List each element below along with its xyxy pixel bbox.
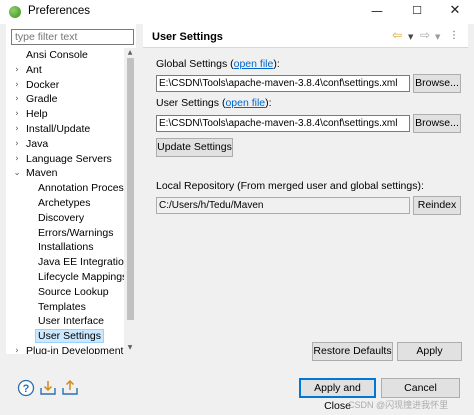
filter-input[interactable] [11, 29, 134, 45]
collapsed-arrow-icon[interactable]: › [12, 152, 22, 167]
tree-item-label: Source Lookup [38, 285, 109, 298]
tree-item[interactable]: › Java [15, 137, 49, 152]
import-icon[interactable] [39, 379, 57, 397]
tree-scrollbar[interactable]: ▲ ▼ [124, 48, 136, 354]
tree-item[interactable]: › Plug-in Development [15, 344, 124, 354]
preferences-window: Preferences — ☐ ✕ Ansi Console › Ant › Docke… [0, 0, 474, 415]
global-settings-text: Global Settings ( [156, 58, 234, 70]
tree-item-label: Install/Update [26, 123, 91, 135]
apply-button[interactable]: Apply [397, 342, 462, 361]
forward-dropdown-icon[interactable]: ▼ [435, 33, 440, 41]
maximize-icon[interactable]: ☐ [398, 0, 436, 24]
tree-item[interactable]: User Settings [35, 329, 105, 344]
view-menu-icon[interactable]: ⋮ [449, 30, 459, 41]
tree-item[interactable]: › Language Servers [15, 152, 112, 167]
tree-item[interactable]: Templates [38, 300, 86, 315]
tree-item-label: Java EE Integration [38, 256, 124, 269]
tree-item-label: User Interface [38, 315, 104, 328]
global-open-file-link[interactable]: open file [234, 58, 274, 70]
global-settings-label: Global Settings (open file): [156, 58, 280, 70]
global-settings-field[interactable]: E:\CSDN\Tools\apache-maven-3.8.4\conf\se… [156, 75, 410, 92]
global-settings-suffix: ): [273, 58, 280, 70]
tree-item-label: Maven [26, 167, 58, 180]
user-settings-suffix: ): [265, 97, 272, 109]
global-browse-button[interactable]: Browse... [413, 74, 461, 93]
tree-item-label: User Settings [35, 329, 105, 344]
tree-item[interactable]: Java EE Integration [38, 255, 124, 270]
scroll-up-icon[interactable]: ▲ [124, 49, 136, 56]
tree-item-label: Annotation Process [38, 182, 124, 195]
apply-and-close-button[interactable]: Apply and Close [299, 378, 376, 412]
tree-item[interactable]: Source Lookup [38, 285, 109, 300]
collapsed-arrow-icon[interactable]: › [12, 92, 22, 107]
tree-item-label: Templates [38, 300, 86, 313]
back-arrow-icon[interactable]: ⇦ [392, 28, 402, 42]
tree-item-label: Archetypes [38, 197, 91, 209]
panel-header: User Settings ⇦ ▼ ⇨ ▼ ⋮ [143, 24, 468, 48]
tree-item-label: Discovery [38, 211, 85, 224]
tree-item-label: Gradle [26, 93, 58, 106]
local-repository-field: C:/Users/h/Tedu/Maven [156, 197, 410, 214]
scroll-down-icon[interactable]: ▼ [124, 344, 136, 351]
tree-item-label: Docker [26, 78, 60, 91]
tree-item[interactable]: › Docker [15, 78, 60, 93]
eclipse-app-icon [9, 6, 21, 18]
collapsed-arrow-icon[interactable]: › [12, 78, 22, 93]
expanded-arrow-icon[interactable]: ⌄ [12, 166, 22, 181]
scrollbar-thumb[interactable] [127, 58, 134, 320]
collapsed-arrow-icon[interactable]: › [12, 137, 22, 152]
tree-item[interactable]: Lifecycle Mappings [38, 270, 124, 285]
page-title: User Settings [152, 31, 223, 43]
user-settings-field[interactable]: E:\CSDN\Tools\apache-maven-3.8.4\conf\se… [156, 115, 410, 132]
collapsed-arrow-icon[interactable]: › [12, 122, 22, 137]
tree-item[interactable]: Ansi Console [26, 48, 88, 63]
tree-item[interactable]: Annotation Process [38, 181, 124, 196]
tree-item-label: Java [26, 137, 49, 150]
tree-item-label: Plug-in Development [26, 345, 124, 354]
local-repository-label: Local Repository (From merged user and g… [156, 180, 424, 192]
reindex-button[interactable]: Reindex [413, 196, 461, 215]
tree-item[interactable]: Errors/Warnings [38, 226, 113, 241]
forward-arrow-icon[interactable]: ⇨ [420, 28, 430, 42]
tree-item-label: Ant [26, 63, 42, 76]
user-settings-text: User Settings ( [156, 97, 226, 109]
svg-text:?: ? [23, 383, 30, 395]
user-open-file-link[interactable]: open file [225, 97, 265, 109]
collapsed-arrow-icon[interactable]: › [12, 107, 22, 122]
tree-item[interactable]: › Ant [15, 63, 42, 78]
restore-defaults-button[interactable]: Restore Defaults [312, 342, 393, 361]
tree-item-label: Help [26, 108, 48, 121]
collapsed-arrow-icon[interactable]: › [12, 344, 22, 354]
help-icon[interactable]: ? [17, 379, 35, 397]
tree-item[interactable]: Archetypes [38, 196, 91, 211]
tree-item-label: Ansi Console [26, 49, 88, 61]
watermark-text: CSDN @闪现撞进我怀里 [348, 400, 449, 410]
tree-item[interactable]: › Help [15, 107, 48, 122]
export-icon[interactable] [61, 379, 79, 397]
tree-item[interactable]: User Interface [38, 314, 104, 329]
user-browse-button[interactable]: Browse... [413, 114, 461, 133]
settings-panel: User Settings ⇦ ▼ ⇨ ▼ ⋮ Global Settings … [143, 24, 468, 373]
user-settings-label: User Settings (open file): [156, 97, 272, 109]
tree-item-label: Language Servers [26, 152, 112, 165]
update-settings-button[interactable]: Update Settings [156, 138, 233, 157]
tree-item[interactable]: ⌄ Maven [13, 166, 58, 181]
title-bar: Preferences — ☐ ✕ [0, 0, 474, 24]
tree-item[interactable]: › Install/Update [15, 122, 91, 137]
tree-item[interactable]: › Gradle [15, 92, 58, 107]
window-title: Preferences [28, 5, 91, 17]
back-dropdown-icon[interactable]: ▼ [408, 33, 413, 41]
collapsed-arrow-icon[interactable]: › [12, 63, 22, 78]
tree-item[interactable]: Discovery [38, 211, 84, 226]
tree-item-label: Errors/Warnings [38, 226, 114, 239]
close-icon[interactable]: ✕ [436, 0, 474, 24]
tree-item-label: Lifecycle Mappings [38, 271, 124, 283]
preference-tree-panel: Ansi Console › Ant › Docker › Gradle › Help › Inst… [6, 24, 136, 354]
tree-item[interactable]: Installations [38, 240, 93, 255]
preference-tree: Ansi Console › Ant › Docker › Gradle › Help › Inst… [6, 48, 124, 354]
cancel-button[interactable]: Cancel [381, 378, 460, 398]
minimize-icon[interactable]: — [358, 0, 396, 24]
tree-item-label: Installations [38, 241, 94, 254]
